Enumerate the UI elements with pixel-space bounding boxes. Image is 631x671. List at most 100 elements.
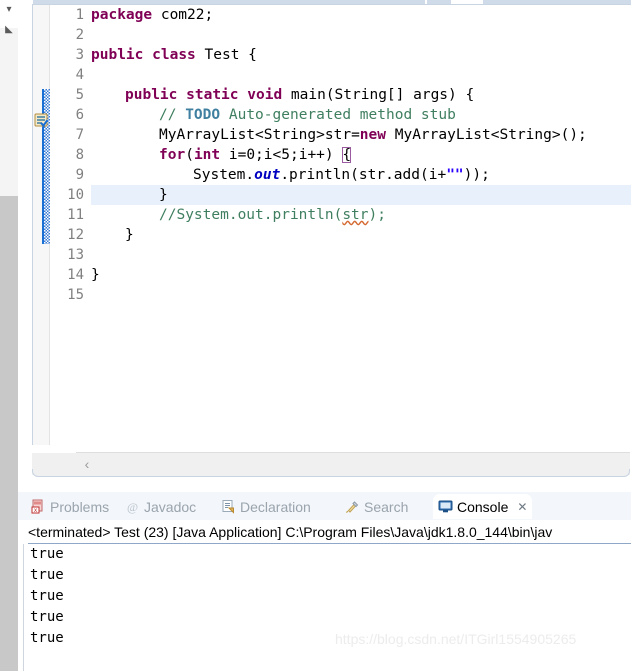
watermark: https://blog.csdn.net/ITGirl1554905265 [335,631,577,647]
line-number: 2 [75,27,84,43]
code-line-6[interactable]: // TODO Auto-generated method stub [91,105,456,125]
code-line-1[interactable]: package com22; [91,5,213,25]
line-number: 8 [75,147,84,163]
token-field-out: out [254,167,281,183]
console-output-line: true [30,546,64,562]
annotation-ruler[interactable] [33,5,52,453]
token-keyword-package: package [91,7,153,23]
view-tab-strip: x Problems @ Javadoc Declaration Search … [18,492,631,521]
line-number: 9 [75,167,84,183]
problems-icon: x [31,499,46,514]
editor-part: 1 2 3 4 5 6 7 8 9 10 11 12 13 14 15 ⊖ p [18,0,631,492]
token-package-name: com22; [152,7,214,23]
token-keyword-void: void [247,87,283,103]
token-empty-string-literal: "" [446,167,464,183]
console-icon [438,499,453,514]
todo-task-marker-icon[interactable] [34,113,49,128]
token-keyword-class: class [152,47,196,63]
line-number: 7 [75,127,84,143]
line-number: 11 [67,207,84,223]
search-icon [345,499,360,514]
line-number: 13 [67,247,84,263]
editor-part-bottom-edge [32,469,630,477]
line-number: 3 [75,47,84,63]
code-line-12[interactable]: } [91,225,134,245]
code-text-area[interactable]: package com22; public class Test { publi… [91,5,631,453]
line-number: 10 [67,187,84,203]
tab-problems-label: Problems [50,498,110,515]
token-for-condition: i=0;i<5;i++) [220,147,343,163]
code-line-10[interactable]: } [91,185,168,205]
token-call-tail: )); [463,167,490,183]
token-close-brace: } [159,187,168,203]
line-number: 6 [75,107,84,123]
javadoc-icon: @ [125,499,140,514]
line-number: 4 [75,67,84,83]
tab-javadoc[interactable]: @ Javadoc [120,494,201,519]
trim-lower-filler [0,196,18,492]
launch-configuration-header: <terminated> Test (23) [Java Application… [28,521,631,544]
console-output-line: true [30,588,64,604]
token-commented-prefix: //System.out.println( [159,207,343,223]
left-trim-stack: ▾ ◣ [0,0,19,492]
token-class-name: Test { [195,47,257,63]
tab-declaration-label: Declaration [240,498,311,515]
token-todo-tag: TODO [185,107,221,123]
token-comment-text: Auto-generated method stub [220,107,456,123]
close-icon[interactable]: ✕ [517,500,527,514]
line-number-ruler[interactable]: 1 2 3 4 5 6 7 8 9 10 11 12 13 14 15 ⊖ [50,5,103,453]
token-close-brace: } [125,227,134,243]
trim-menu-chevron-icon[interactable]: ▾ [3,4,15,16]
java-editor[interactable]: 1 2 3 4 5 6 7 8 9 10 11 12 13 14 15 ⊖ p [32,4,631,474]
svg-text:x: x [34,507,38,514]
code-line-11[interactable]: //System.out.println(str); [91,205,386,225]
token-keyword-public: public [125,87,178,103]
tab-search-label: Search [364,498,409,515]
tab-console[interactable]: Console ✕ [433,494,533,519]
token-matching-brace: { [342,147,352,163]
line-number: 1 [75,7,84,23]
token-keyword-new: new [359,127,386,143]
token-system-prefix: System. [193,167,255,183]
declaration-icon [221,499,236,514]
line-number: 5 [75,87,84,103]
token-keyword-int: int [193,147,221,163]
editor-ruler-corner [32,445,76,453]
console-left-border [23,544,24,671]
line-number: 12 [67,227,84,243]
svg-text:@: @ [127,500,138,514]
token-decl-type: MyArrayList<String> [159,127,325,143]
code-line-7[interactable]: MyArrayList<String>str=new MyArrayList<S… [91,125,587,145]
tab-console-label: Console [457,498,509,515]
token-keyword-for: for [159,147,186,163]
code-line-9[interactable]: System.out.println(str.add(i+"")); [91,165,490,185]
token-keyword-public: public [91,47,144,63]
line-number: 14 [67,267,84,283]
tab-problems[interactable]: x Problems [26,494,114,519]
code-line-14[interactable]: } [91,265,100,285]
token-main-signature: main(String[] args) { [282,87,475,103]
token-commented-suffix: ); [368,207,386,223]
token-keyword-static: static [186,87,239,103]
eclipse-workbench: ▾ ◣ 1 2 3 4 5 6 7 8 9 10 11 12 13 14 15 … [0,0,631,671]
line-number: 15 [67,287,84,303]
token-close-brace: } [91,267,100,283]
trim-restore-view-icon[interactable]: ◣ [3,24,15,36]
code-line-8[interactable]: for(int i=0;i<5;i++) { [91,145,352,165]
console-output[interactable]: true true true true true [30,544,631,671]
tab-declaration[interactable]: Declaration [216,494,316,519]
token-decl-ctor: MyArrayList<String>(); [386,127,587,143]
console-output-line: true [30,567,64,583]
code-line-5[interactable]: public static void main(String[] args) { [91,85,474,105]
current-line-highlight [91,185,631,205]
token-println-call: .println(str.add(i+ [280,167,447,183]
token-decl-var: str= [324,127,360,143]
bottom-left-trim [0,492,18,671]
tab-search[interactable]: Search [340,494,413,519]
token-comment-slashes: // [159,107,186,123]
tab-javadoc-label: Javadoc [144,498,197,515]
code-line-3[interactable]: public class Test { [91,45,257,65]
token-commented-variable: str [342,207,369,223]
console-output-line: true [30,609,64,625]
token-for-open-paren: ( [185,147,194,163]
